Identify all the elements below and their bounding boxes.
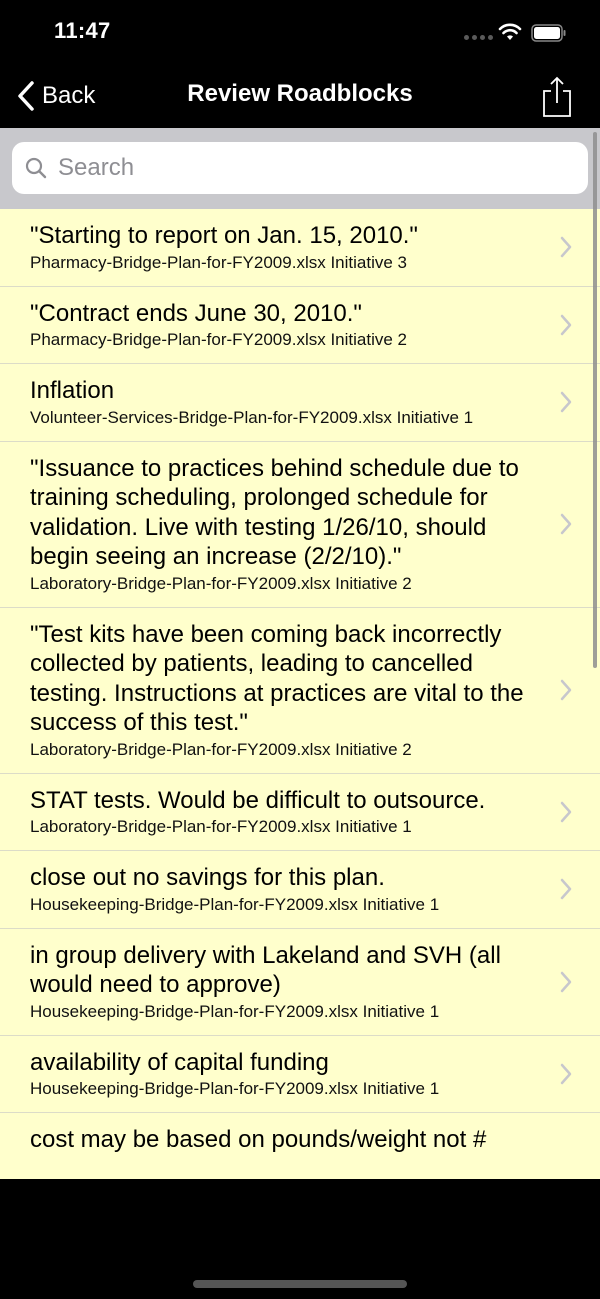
chevron-right-icon — [560, 879, 572, 900]
chevron-right-icon — [560, 1063, 572, 1084]
roadblock-source: Pharmacy-Bridge-Plan-for-FY2009.xlsx Ini… — [30, 330, 407, 349]
roadblock-title: STAT tests. Would be difficult to outsou… — [30, 786, 486, 814]
roadblock-title: "Starting to report on Jan. 15, 2010." — [30, 222, 418, 249]
roadblock-source: Laboratory-Bridge-Plan-for-FY2009.xlsx I… — [30, 739, 412, 759]
navigation-bar: Back Review Roadblocks — [0, 64, 600, 128]
home-indicator[interactable] — [193, 1280, 407, 1288]
scrollbar[interactable] — [593, 132, 597, 668]
battery-icon — [531, 24, 566, 42]
roadblock-source: Housekeeping-Bridge-Plan-for-FY2009.xlsx… — [30, 894, 440, 914]
roadblock-source: Housekeeping-Bridge-Plan-for-FY2009.xlsx… — [30, 1001, 440, 1021]
chevron-right-icon — [560, 237, 572, 258]
wifi-icon — [498, 23, 522, 40]
home-area — [0, 1179, 600, 1299]
search-bar — [0, 128, 600, 209]
roadblock-title: cost may be based on pounds/weight not # — [30, 1126, 487, 1153]
search-field[interactable] — [12, 142, 588, 194]
list-item[interactable]: Inflation Volunteer-Services-Bridge-Plan… — [0, 364, 600, 442]
roadblock-source: Laboratory-Bridge-Plan-for-FY2009.xlsx I… — [30, 573, 412, 593]
roadblock-title: "Test kits have been coming back incorre… — [30, 620, 524, 737]
list-item[interactable]: close out no savings for this plan. Hous… — [0, 851, 600, 929]
status-time: 11:47 — [54, 18, 111, 43]
page-title: Review Roadblocks — [187, 80, 413, 107]
roadblock-title: Inflation — [30, 377, 115, 404]
chevron-right-icon — [560, 971, 572, 992]
chevron-right-icon — [560, 801, 572, 822]
cellular-signal-icon — [464, 35, 493, 40]
roadblock-title: close out no savings for this plan. — [30, 864, 385, 891]
list-item[interactable]: in group delivery with Lakeland and SVH … — [0, 929, 600, 1036]
search-icon — [25, 157, 47, 179]
chevron-right-icon — [560, 392, 572, 413]
chevron-right-icon — [560, 314, 572, 335]
share-icon[interactable] — [540, 74, 574, 118]
list-item[interactable]: availability of capital funding Housekee… — [0, 1036, 600, 1113]
list-item[interactable]: "Test kits have been coming back incorre… — [0, 608, 600, 774]
roadblock-list: "Starting to report on Jan. 15, 2010." P… — [0, 209, 600, 1179]
list-item[interactable]: "Contract ends June 30, 2010." Pharmacy-… — [0, 287, 600, 364]
list-item[interactable]: "Starting to report on Jan. 15, 2010." P… — [0, 209, 600, 287]
roadblock-source: Pharmacy-Bridge-Plan-for-FY2009.xlsx Ini… — [30, 252, 407, 272]
list-item[interactable]: "Issuance to practices behind schedule d… — [0, 442, 600, 608]
search-input[interactable] — [56, 153, 560, 183]
roadblock-title: "Contract ends June 30, 2010." — [30, 299, 362, 327]
list-item[interactable]: cost may be based on pounds/weight not # — [0, 1113, 600, 1167]
list-item[interactable]: STAT tests. Would be difficult to outsou… — [0, 774, 600, 851]
roadblock-source: Housekeeping-Bridge-Plan-for-FY2009.xlsx… — [30, 1079, 440, 1098]
status-bar: 11:47 — [0, 0, 600, 64]
roadblock-title: availability of capital funding — [30, 1048, 329, 1076]
roadblock-title: "Issuance to practices behind schedule d… — [30, 454, 519, 571]
roadblock-source: Volunteer-Services-Bridge-Plan-for-FY200… — [30, 407, 474, 427]
chevron-right-icon — [560, 513, 572, 535]
roadblock-source: Laboratory-Bridge-Plan-for-FY2009.xlsx I… — [30, 817, 412, 836]
chevron-right-icon — [560, 679, 572, 701]
roadblock-title: in group delivery with Lakeland and SVH … — [30, 941, 501, 999]
